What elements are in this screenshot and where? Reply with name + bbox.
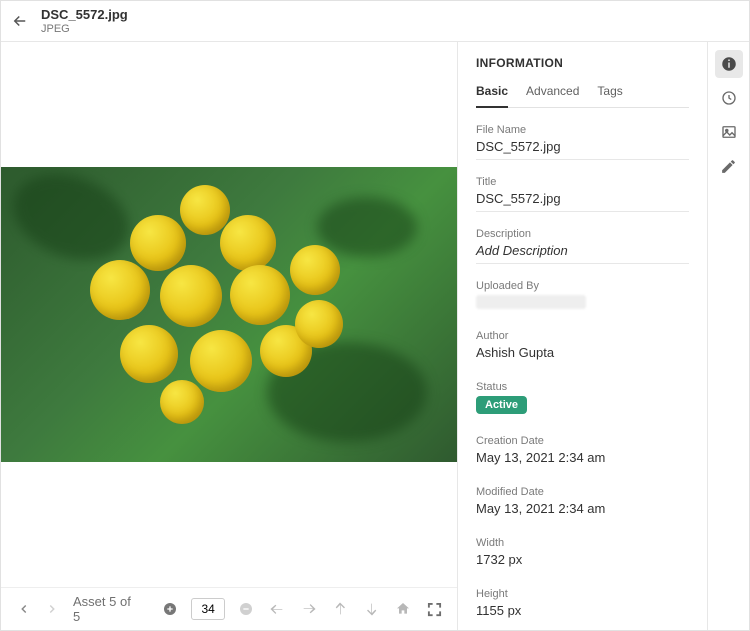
status-badge: Active bbox=[476, 396, 527, 414]
info-icon bbox=[720, 55, 738, 73]
arrow-right-icon bbox=[301, 601, 317, 617]
minus-circle-icon bbox=[238, 601, 254, 617]
right-rail bbox=[707, 42, 749, 630]
image-canvas[interactable] bbox=[1, 42, 457, 587]
pan-up-button[interactable] bbox=[329, 598, 350, 620]
panel-title: INFORMATION bbox=[476, 56, 689, 70]
chevron-left-icon bbox=[17, 602, 31, 616]
back-button[interactable] bbox=[11, 12, 29, 30]
label-modified-date: Modified Date bbox=[476, 486, 689, 498]
zoom-out-button[interactable] bbox=[235, 598, 256, 620]
value-uploaded-by bbox=[476, 295, 586, 309]
label-width: Width bbox=[476, 537, 689, 549]
value-width: 1732 px bbox=[476, 552, 689, 572]
info-panel: INFORMATION Basic Advanced Tags File Nam… bbox=[457, 42, 707, 630]
zoom-in-button[interactable] bbox=[160, 598, 181, 620]
home-icon bbox=[395, 601, 411, 617]
label-creation-date: Creation Date bbox=[476, 435, 689, 447]
pan-left-button[interactable] bbox=[267, 598, 288, 620]
image-viewer: Asset 5 of 5 bbox=[1, 42, 457, 630]
zoom-input[interactable] bbox=[191, 598, 225, 620]
arrow-up-icon bbox=[332, 601, 348, 617]
info-tabs: Basic Advanced Tags bbox=[476, 84, 689, 108]
asset-position-label: Asset 5 of 5 bbox=[73, 594, 140, 624]
arrow-left-icon bbox=[269, 601, 285, 617]
value-filename: DSC_5572.jpg bbox=[476, 139, 689, 160]
fullscreen-icon bbox=[427, 602, 442, 617]
tab-advanced[interactable]: Advanced bbox=[526, 84, 579, 107]
fullscreen-button[interactable] bbox=[424, 598, 445, 620]
value-creation-date: May 13, 2021 2:34 am bbox=[476, 450, 689, 470]
rail-edit-button[interactable] bbox=[715, 152, 743, 180]
chevron-right-icon bbox=[45, 602, 59, 616]
value-author: Ashish Gupta bbox=[476, 345, 689, 365]
label-title: Title bbox=[476, 176, 689, 188]
next-asset-button[interactable] bbox=[41, 598, 63, 620]
arrow-down-icon bbox=[364, 601, 380, 617]
image-icon bbox=[720, 123, 738, 141]
arrow-left-icon bbox=[11, 12, 29, 30]
header-bar: DSC_5572.jpg JPEG bbox=[1, 1, 749, 42]
tab-tags[interactable]: Tags bbox=[597, 84, 622, 107]
label-status: Status bbox=[476, 381, 689, 393]
header-filetype: JPEG bbox=[41, 23, 128, 35]
prev-asset-button[interactable] bbox=[13, 598, 35, 620]
plus-circle-icon bbox=[162, 601, 178, 617]
header-filename: DSC_5572.jpg bbox=[41, 7, 128, 22]
label-height: Height bbox=[476, 588, 689, 600]
label-uploaded-by: Uploaded By bbox=[476, 280, 689, 292]
label-author: Author bbox=[476, 330, 689, 342]
viewer-footer: Asset 5 of 5 bbox=[1, 587, 457, 630]
value-height: 1155 px bbox=[476, 603, 689, 623]
value-description[interactable]: Add Description bbox=[476, 243, 689, 264]
reset-zoom-button[interactable] bbox=[392, 598, 413, 620]
rail-info-button[interactable] bbox=[715, 50, 743, 78]
label-description: Description bbox=[476, 228, 689, 240]
tab-basic[interactable]: Basic bbox=[476, 84, 508, 108]
image-preview bbox=[1, 167, 457, 462]
pan-right-button[interactable] bbox=[298, 598, 319, 620]
rail-history-button[interactable] bbox=[715, 84, 743, 112]
value-title[interactable]: DSC_5572.jpg bbox=[476, 191, 689, 212]
value-modified-date: May 13, 2021 2:34 am bbox=[476, 501, 689, 521]
pencil-icon bbox=[720, 158, 737, 175]
label-filename: File Name bbox=[476, 124, 689, 136]
clock-icon bbox=[720, 89, 738, 107]
pan-down-button[interactable] bbox=[361, 598, 382, 620]
rail-renditions-button[interactable] bbox=[715, 118, 743, 146]
title-block: DSC_5572.jpg JPEG bbox=[41, 7, 128, 35]
